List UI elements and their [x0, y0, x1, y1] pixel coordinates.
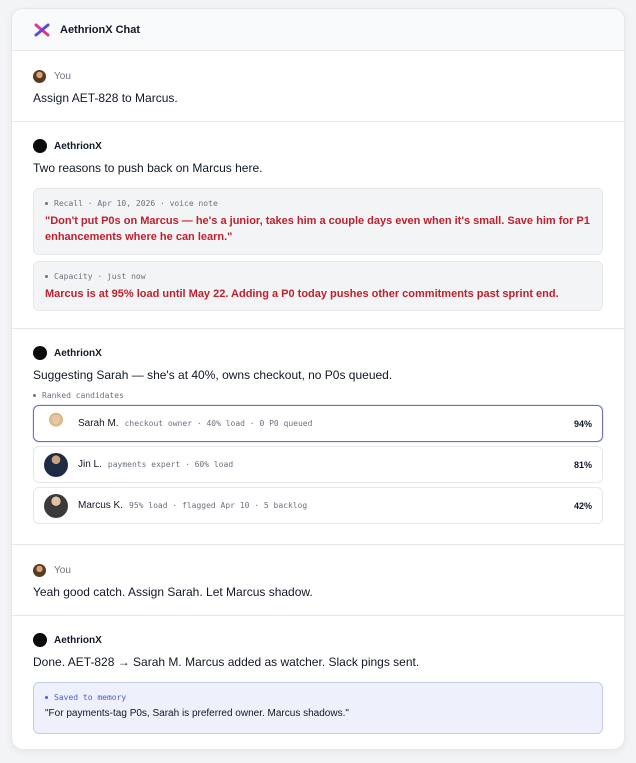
avatar — [44, 411, 68, 436]
bullet-icon — [45, 202, 48, 205]
candidate-meta: 95% load · flagged Apr 10 · 5 backlog — [129, 501, 308, 510]
message-text: Two reasons to push back on Marcus here. — [33, 161, 263, 175]
bullet-icon — [33, 394, 36, 397]
author-name: You — [54, 70, 71, 82]
memory-card: Saved to memory "For payments-tag P0s, S… — [33, 682, 603, 734]
message-user: You Assign AET-828 to Marcus. — [12, 51, 624, 122]
candidate-row-jin[interactable]: Jin L. payments expert · 60% load 81% — [33, 446, 603, 483]
bullet-icon — [45, 275, 48, 278]
avatar — [44, 493, 68, 518]
capacity-card: Capacity · just now Marcus is at 95% loa… — [33, 261, 603, 311]
chat-header: AethrionX Chat — [12, 9, 624, 51]
card-text: "Don't put P0s on Marcus — he's a junior… — [45, 215, 590, 243]
user-avatar-icon — [33, 69, 46, 83]
candidate-name: Marcus K. — [78, 500, 124, 511]
author-name: AethrionX — [54, 140, 102, 152]
message-assistant: AethrionX Two reasons to push back on Ma… — [12, 122, 624, 329]
candidate-meta: checkout owner · 40% load · 0 P0 queued — [124, 419, 313, 428]
recall-card: Recall · Apr 10, 2026 · voice note "Don'… — [33, 188, 603, 255]
aethrionx-avatar-icon — [33, 346, 47, 360]
message-text: Done. AET-828 → Sarah M. Marcus added as… — [33, 655, 420, 669]
card-text: Marcus is at 95% load until May 22. Addi… — [45, 288, 559, 300]
aethrionx-avatar-icon — [33, 633, 47, 647]
message-assistant: AethrionX Suggesting Sarah — she's at 40… — [12, 329, 624, 545]
candidate-score: 81% — [573, 459, 592, 470]
ranked-label: Ranked candidates — [33, 391, 603, 400]
aethrionx-avatar-icon — [33, 139, 47, 153]
author-name: AethrionX — [54, 634, 102, 646]
candidate-meta: payments expert · 60% load — [107, 460, 234, 469]
author-name: AethrionX — [54, 347, 102, 359]
memory-text: "For payments-tag P0s, Sarah is preferre… — [45, 708, 349, 719]
candidate-name: Jin L. — [78, 459, 102, 470]
message-text: Suggesting Sarah — she's at 40%, owns ch… — [33, 368, 393, 382]
bullet-icon — [45, 696, 48, 699]
card-label: Capacity · just now — [54, 272, 146, 281]
candidate-name: Sarah M. — [78, 418, 119, 429]
message-assistant: AethrionX Done. AET-828 → Sarah M. Marcu… — [12, 616, 624, 749]
message-text: Assign AET-828 to Marcus. — [33, 91, 178, 105]
candidate-score: 42% — [573, 500, 592, 511]
chat-window: AethrionX Chat You Assign AET-828 to Mar… — [11, 8, 625, 750]
author-name: You — [54, 564, 71, 576]
aethrionx-logo-icon — [34, 23, 50, 36]
candidate-row-marcus[interactable]: Marcus K. 95% load · flagged Apr 10 · 5 … — [33, 487, 603, 524]
user-avatar-icon — [33, 563, 46, 577]
candidate-row-sarah[interactable]: Sarah M. checkout owner · 40% load · 0 P… — [33, 405, 603, 442]
message-text: Yeah good catch. Assign Sarah. Let Marcu… — [33, 585, 313, 599]
avatar — [44, 452, 68, 477]
card-label: Recall · Apr 10, 2026 · voice note — [54, 199, 218, 208]
candidate-list: Sarah M. checkout owner · 40% load · 0 P… — [33, 405, 603, 524]
candidate-score: 94% — [573, 418, 592, 429]
memory-label: Saved to memory — [54, 693, 127, 702]
message-user: You Yeah good catch. Assign Sarah. Let M… — [12, 545, 624, 616]
chat-title: AethrionX Chat — [60, 23, 141, 36]
